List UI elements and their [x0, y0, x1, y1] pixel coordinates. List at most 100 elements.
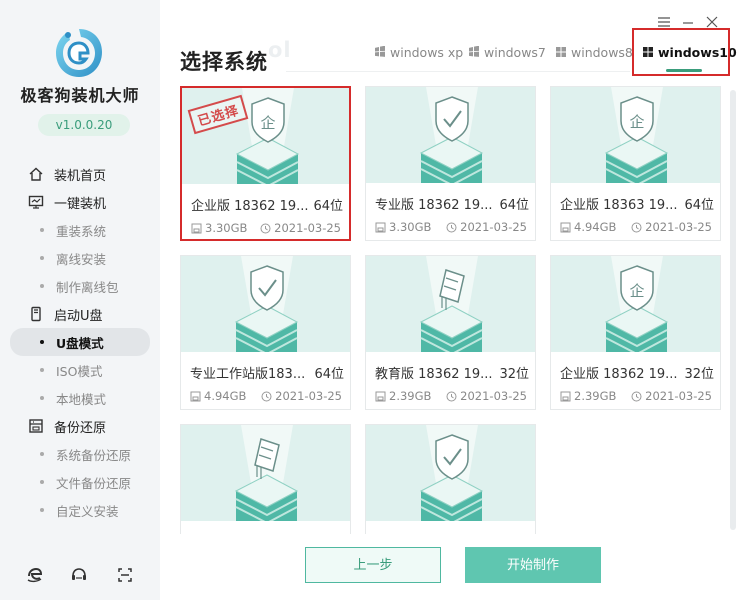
card-info-row: 4.94GB 2021-03-25	[190, 389, 342, 403]
card-name: 企业版 18363 19...	[560, 198, 678, 213]
system-card[interactable]: 企 企业版 18362 19... 32位 2.39GB 2021-03-25	[550, 255, 721, 410]
scrollbar-thumb[interactable]	[730, 90, 736, 530]
bullet-icon	[40, 508, 44, 512]
bullet-icon	[40, 480, 44, 484]
card-date-value: 2021-03-25	[275, 389, 342, 403]
svg-text:企: 企	[260, 114, 275, 132]
sidebar-item-make-offline-package[interactable]: 制作离线包	[0, 272, 160, 300]
sidebar-item-label: 系统备份还原	[56, 447, 132, 463]
system-card[interactable]: 教育版 18362 19... 32位 2.39GB 2021-03-25	[365, 255, 536, 410]
start-making-button[interactable]: 开始制作	[465, 547, 601, 583]
disk-icon	[560, 391, 571, 401]
windows-logo-icon	[375, 46, 385, 57]
backup-icon	[28, 418, 44, 434]
sidebar-item-backup-restore[interactable]: 备份还原	[0, 412, 160, 440]
clock-icon	[446, 391, 457, 401]
disk-icon	[190, 391, 201, 401]
windows-logo-icon	[556, 47, 566, 57]
card-bits: 64位	[499, 198, 529, 213]
card-title-row: 企业版 18363 19... 64位	[560, 194, 714, 213]
tab-label: windows xp	[390, 44, 464, 60]
card-date-value: 2021-03-25	[645, 389, 712, 403]
sidebar-item-usb-mode[interactable]: U盘模式	[10, 328, 150, 356]
card-size-value: 4.94GB	[204, 389, 247, 403]
header-divider	[286, 71, 630, 72]
card-size: 2.39GB	[375, 389, 431, 403]
system-card[interactable]	[365, 424, 536, 534]
chat-icon[interactable]	[70, 566, 88, 584]
card-date: 2021-03-25	[631, 389, 712, 403]
system-card[interactable]: 企 企业版 18363 19... 64位 4.94GB 2021-03-25	[550, 86, 721, 241]
card-thumbnail: 企 已选择	[182, 88, 349, 184]
sidebar: 极客狗装机大师 v1.0.0.20 装机首页 一键装机 重装系统 离线安装 制作…	[0, 0, 160, 600]
tab-windows7[interactable]: windows7	[468, 40, 546, 64]
card-thumbnail: 企	[551, 256, 720, 352]
card-info-row: 2.39GB 2021-03-25	[375, 389, 527, 403]
card-info-row: 2.39GB 2021-03-25	[560, 389, 712, 403]
card-bits: 32位	[684, 367, 714, 382]
card-title-row: 专业工作站版183... 64位	[190, 363, 344, 382]
title-watermark: ol	[268, 38, 292, 62]
windows-logo-icon	[469, 46, 479, 57]
sidebar-footer	[0, 566, 160, 586]
system-card[interactable]: 企 已选择 企业版 18362 19... 64位 3.30GB 2021-03…	[180, 86, 351, 241]
sidebar-item-reinstall[interactable]: 重装系统	[0, 216, 160, 244]
sidebar-item-label: 装机首页	[54, 168, 107, 184]
sidebar-item-offline-install[interactable]: 离线安装	[0, 244, 160, 272]
sidebar-item-label: 制作离线包	[56, 279, 119, 295]
usb-icon	[28, 306, 44, 322]
card-title-row: 教育版 18362 19... 32位	[375, 363, 529, 382]
shield-check-icon	[419, 425, 484, 521]
card-date: 2021-03-25	[446, 389, 527, 403]
card-size-value: 2.39GB	[574, 389, 617, 403]
sidebar-item-iso-mode[interactable]: ISO模式	[0, 356, 160, 384]
graduation-icon	[419, 256, 484, 352]
sidebar-item-one-click-install[interactable]: 一键装机	[0, 188, 160, 216]
sidebar-item-label: 本地模式	[56, 391, 107, 407]
svg-text:企: 企	[629, 282, 644, 300]
card-size: 3.30GB	[375, 220, 431, 234]
card-date-value: 2021-03-25	[460, 389, 527, 403]
system-card[interactable]: 专业版 18362 19... 64位 3.30GB 2021-03-25	[365, 86, 536, 241]
tab-windows-xp[interactable]: windows xp	[374, 40, 463, 64]
card-size: 4.94GB	[190, 389, 246, 403]
bullet-icon	[40, 452, 44, 456]
sidebar-item-local-mode[interactable]: 本地模式	[0, 384, 160, 412]
card-name: 专业工作站版183...	[190, 367, 306, 382]
sidebar-item-file-backup[interactable]: 文件备份还原	[0, 468, 160, 496]
card-thumbnail	[181, 256, 350, 352]
sidebar-item-label: 自定义安装	[56, 503, 119, 519]
sidebar-item-label: 重装系统	[56, 223, 107, 239]
card-size: 4.94GB	[560, 220, 616, 234]
sidebar-item-system-backup[interactable]: 系统备份还原	[0, 440, 160, 468]
shield-enterprise-icon: 企	[604, 256, 669, 352]
tab-windows8[interactable]: windows8	[555, 40, 633, 64]
version-badge: v1.0.0.20	[38, 114, 130, 136]
card-title-row: 企业版 18362 19... 64位	[191, 195, 343, 214]
grid-scrollbar[interactable]	[730, 86, 736, 534]
shield-check-icon	[419, 87, 484, 183]
card-thumbnail	[366, 256, 535, 352]
clock-icon	[446, 222, 457, 232]
card-date-value: 2021-03-25	[460, 220, 527, 234]
card-bits: 64位	[684, 198, 714, 213]
system-card[interactable]	[180, 424, 351, 534]
sidebar-item-custom-install[interactable]: 自定义安装	[0, 496, 160, 524]
previous-step-button[interactable]: 上一步	[305, 547, 441, 583]
card-title-row: 企业版 18362 19... 32位	[560, 363, 714, 382]
app-logo-icon	[56, 29, 102, 77]
card-bits: 64位	[314, 367, 344, 382]
shield-enterprise-icon: 企	[235, 88, 300, 184]
sidebar-item-boot-usb[interactable]: 启动U盘	[0, 300, 160, 328]
card-date-value: 2021-03-25	[274, 221, 341, 235]
browser-icon[interactable]	[26, 566, 44, 584]
card-thumbnail	[366, 425, 535, 521]
card-date: 2021-03-25	[261, 389, 342, 403]
scan-icon[interactable]	[116, 566, 134, 584]
bullet-icon	[40, 284, 44, 288]
disk-icon	[375, 391, 386, 401]
system-card[interactable]: 专业工作站版183... 64位 4.94GB 2021-03-25	[180, 255, 351, 410]
sidebar-item-home[interactable]: 装机首页	[0, 160, 160, 188]
card-info-row: 3.30GB 2021-03-25	[375, 220, 527, 234]
graduation-icon	[234, 425, 299, 521]
